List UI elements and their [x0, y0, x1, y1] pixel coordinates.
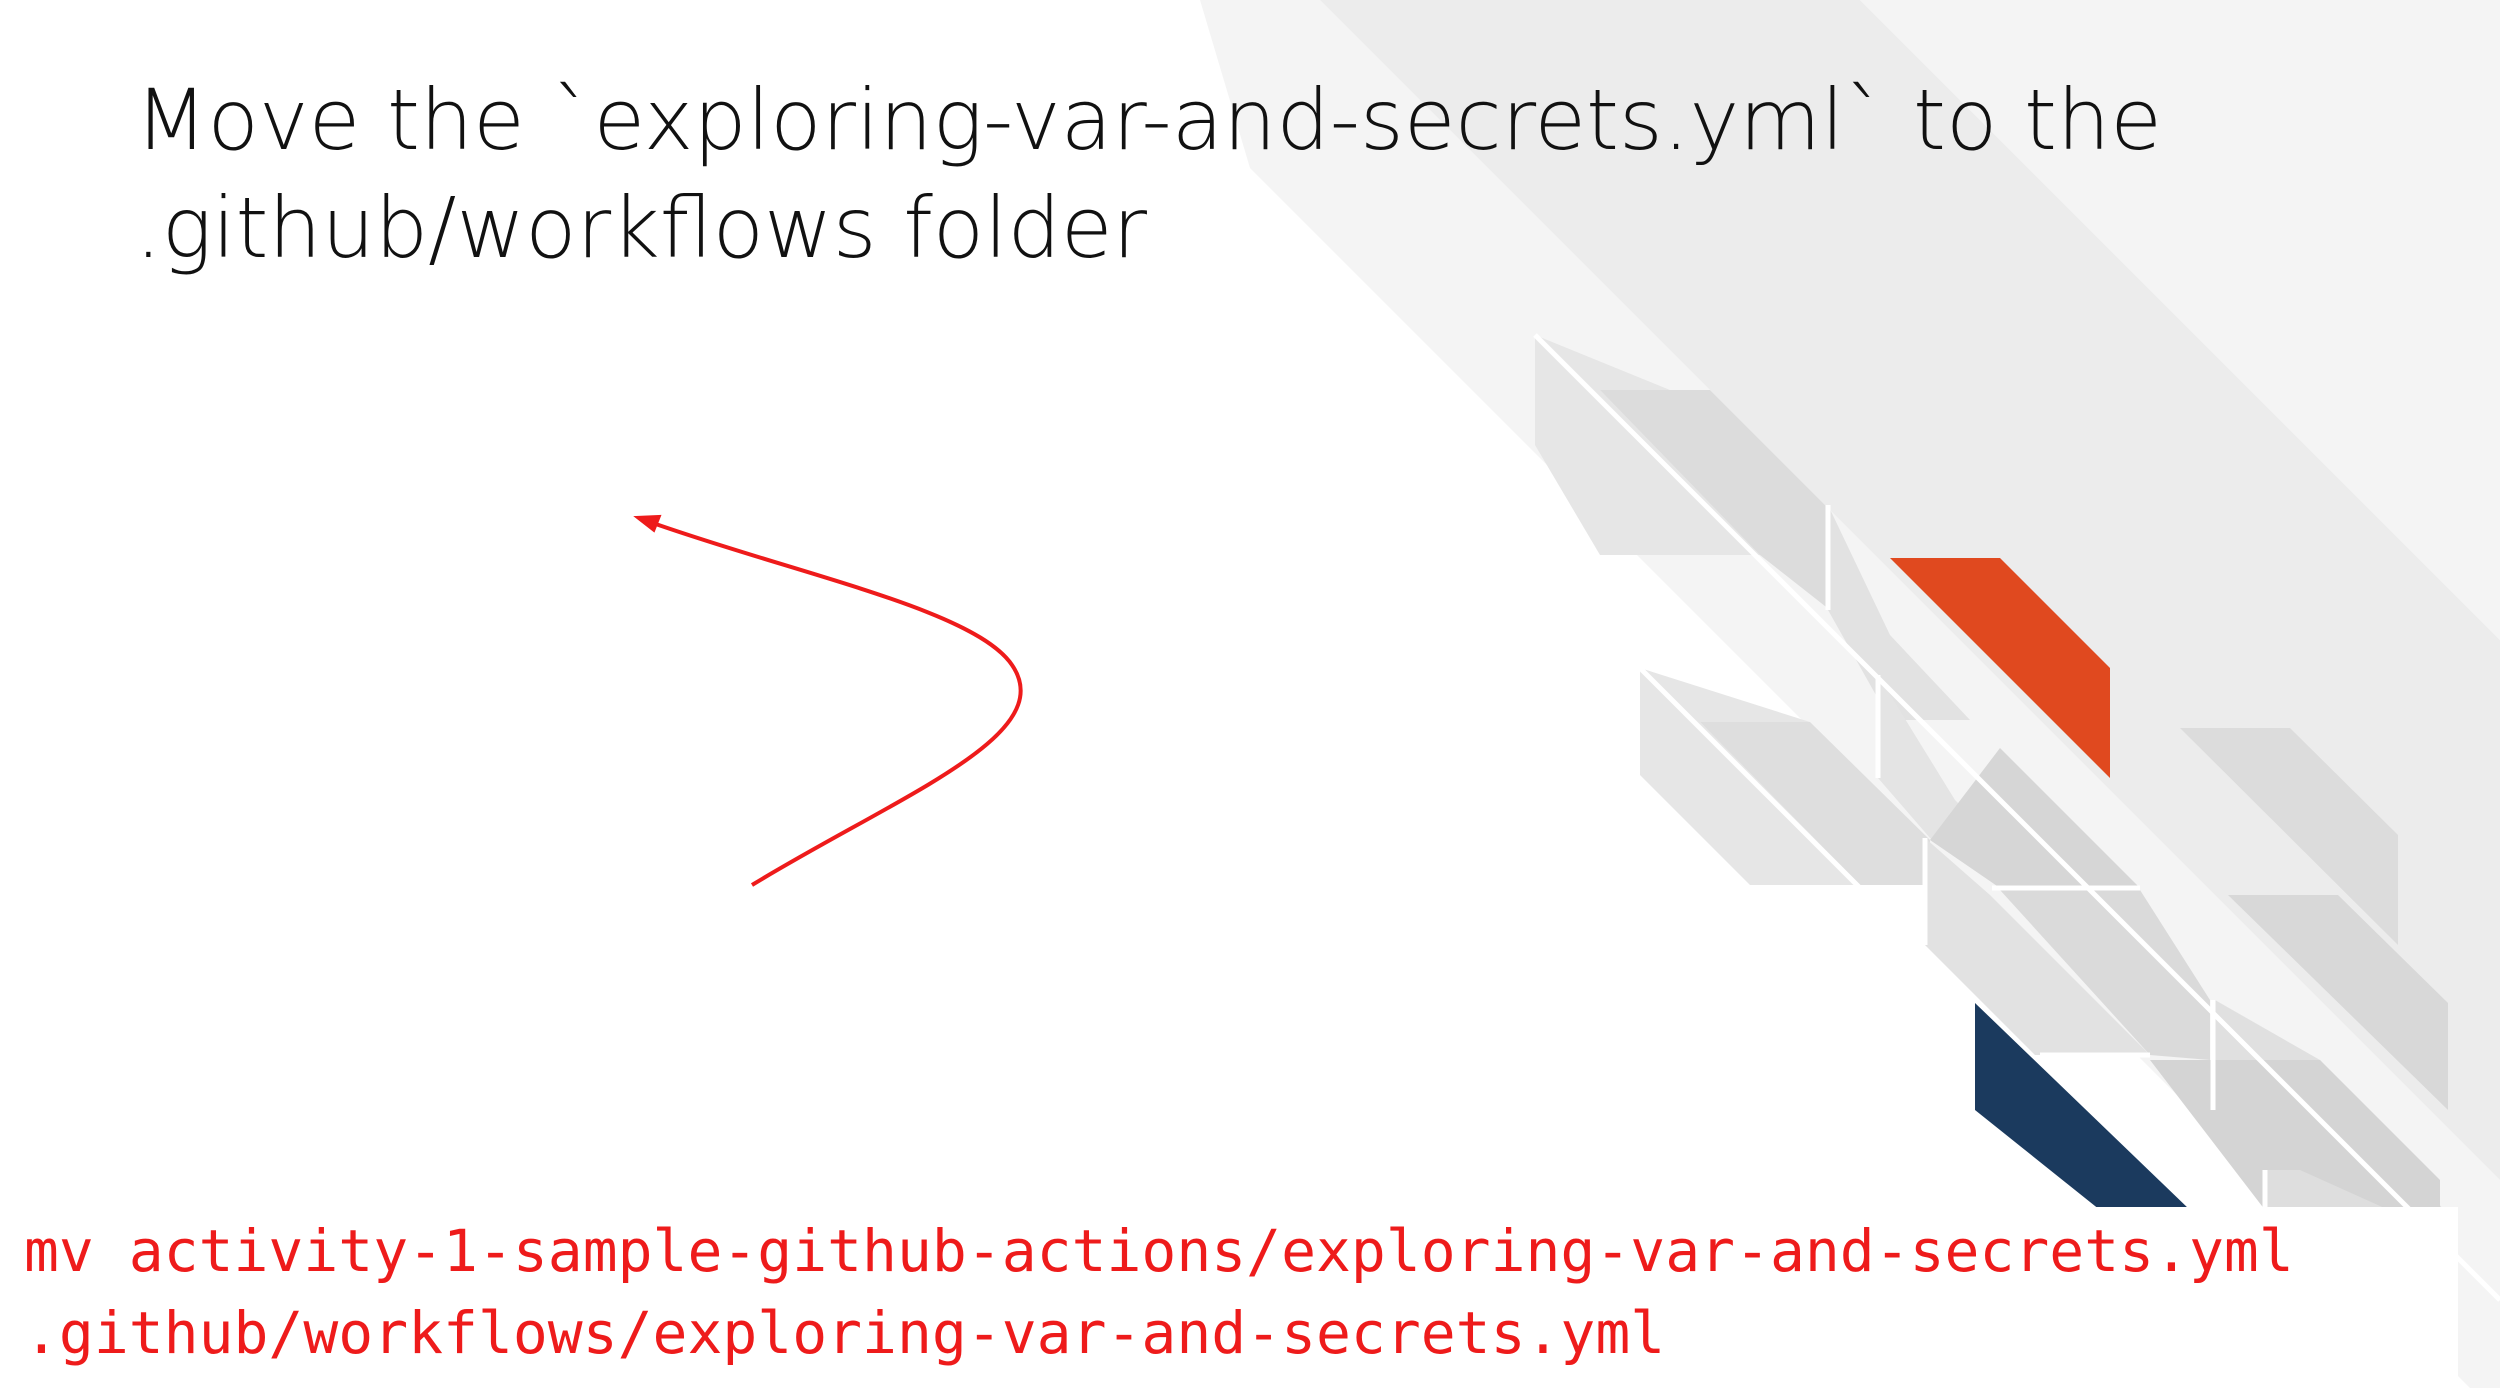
command-line-2: .github/workflows/exploring-var-and-secr… [24, 1299, 1666, 1367]
command-box: mv activity-1-sample-github-actions/expl… [18, 1207, 2458, 1388]
title-line-1: Move the `exploring-var-and-secrets.yml`… [135, 71, 2162, 169]
title-line-2: .github/workflows folder [135, 179, 1148, 277]
command-line-1: mv activity-1-sample-github-actions/expl… [24, 1217, 2294, 1285]
curved-arrow-icon [633, 514, 1023, 887]
slide-title: Move the `exploring-var-and-secrets.yml`… [135, 66, 2435, 282]
